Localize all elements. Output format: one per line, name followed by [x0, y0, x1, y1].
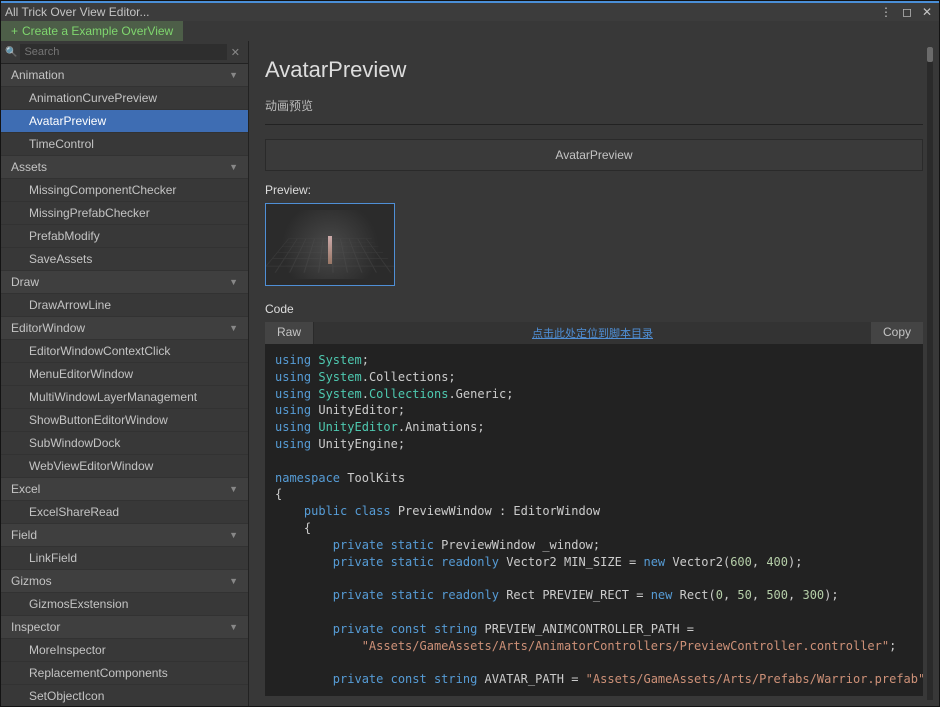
- search-input[interactable]: [20, 44, 226, 60]
- category-label: EditorWindow: [11, 321, 85, 335]
- category-gizmos[interactable]: Gizmos ▼: [1, 570, 248, 593]
- sidebar-item-replacementcomponents[interactable]: ReplacementComponents: [1, 662, 248, 685]
- sidebar-item-saveassets[interactable]: SaveAssets: [1, 248, 248, 271]
- create-label: Create a Example OverView: [22, 24, 173, 38]
- sidebar-item-moreinspector[interactable]: MoreInspector: [1, 639, 248, 662]
- sidebar-item-missingprefabchecker[interactable]: MissingPrefabChecker: [1, 202, 248, 225]
- category-label: Excel: [11, 482, 40, 496]
- sidebar-item-gizmosexstension[interactable]: GizmosExstension: [1, 593, 248, 616]
- clear-search-icon[interactable]: ✕: [227, 46, 244, 59]
- window-title: All Trick Over View Editor...: [5, 5, 150, 19]
- sidebar-item-menueditorwindow[interactable]: MenuEditorWindow: [1, 363, 248, 386]
- preview-frame[interactable]: [265, 203, 395, 286]
- scrollbar[interactable]: [927, 47, 933, 700]
- sidebar-item-editorwindowcontextclick[interactable]: EditorWindowContextClick: [1, 340, 248, 363]
- sidebar-item-excelshareread[interactable]: ExcelShareRead: [1, 501, 248, 524]
- sidebar-item-prefabmodify[interactable]: PrefabModify: [1, 225, 248, 248]
- raw-tab[interactable]: Raw: [265, 322, 314, 344]
- search-row: 🔍 ✕: [1, 41, 248, 64]
- chevron-down-icon: ▼: [229, 530, 238, 540]
- search-icon: 🔍: [5, 47, 17, 58]
- category-label: Field: [11, 528, 37, 542]
- plus-icon: +: [11, 24, 18, 38]
- panel-title: AvatarPreview: [555, 148, 632, 162]
- sidebar-item-timecontrol[interactable]: TimeControl: [1, 133, 248, 156]
- sidebar-item-subwindowdock[interactable]: SubWindowDock: [1, 432, 248, 455]
- category-label: Animation: [11, 68, 64, 82]
- sidebar-item-missingcomponentchecker[interactable]: MissingComponentChecker: [1, 179, 248, 202]
- copy-button[interactable]: Copy: [871, 322, 923, 344]
- code-block[interactable]: using System; using System.Collections; …: [265, 344, 923, 696]
- sidebar-item-linkfield[interactable]: LinkField: [1, 547, 248, 570]
- category-draw[interactable]: Draw ▼: [1, 271, 248, 294]
- panel-title-box: AvatarPreview: [265, 139, 923, 171]
- sidebar-item-setobjecticon[interactable]: SetObjectIcon: [1, 685, 248, 706]
- chevron-down-icon: ▼: [229, 484, 238, 494]
- sidebar-item-animationcurvepreview[interactable]: AnimationCurvePreview: [1, 87, 248, 110]
- category-label: Gizmos: [11, 574, 52, 588]
- chevron-down-icon: ▼: [229, 323, 238, 333]
- toolbar: + Create a Example OverView: [1, 21, 939, 41]
- category-assets[interactable]: Assets ▼: [1, 156, 248, 179]
- locate-script-link[interactable]: 点击此处定位到脚本目录: [314, 322, 871, 344]
- close-icon[interactable]: ✕: [919, 5, 935, 19]
- category-inspector[interactable]: Inspector ▼: [1, 616, 248, 639]
- code-label: Code: [265, 302, 923, 316]
- window-controls: ⋮ ◻ ✕: [877, 5, 935, 19]
- content-panel: AvatarPreview 动画预览 AvatarPreview Preview…: [249, 41, 939, 706]
- sidebar-item-drawarrowline[interactable]: DrawArrowLine: [1, 294, 248, 317]
- menu-icon[interactable]: ⋮: [877, 5, 895, 19]
- chevron-down-icon: ▼: [229, 70, 238, 80]
- category-tree: Animation ▼ AnimationCurvePreviewAvatarPre…: [1, 64, 248, 706]
- category-animation[interactable]: Animation ▼: [1, 64, 248, 87]
- chevron-down-icon: ▼: [229, 576, 238, 586]
- code-tabs: Raw 点击此处定位到脚本目录 Copy: [265, 322, 923, 344]
- category-field[interactable]: Field ▼: [1, 524, 248, 547]
- category-excel[interactable]: Excel ▼: [1, 478, 248, 501]
- category-label: Assets: [11, 160, 47, 174]
- category-label: Draw: [11, 275, 39, 289]
- category-label: Inspector: [11, 620, 60, 634]
- page-title: AvatarPreview: [265, 57, 923, 83]
- preview-label: Preview:: [265, 183, 923, 197]
- sidebar-item-multiwindowlayermanagement[interactable]: MultiWindowLayerManagement: [1, 386, 248, 409]
- sidebar-item-avatarpreview[interactable]: AvatarPreview: [1, 110, 248, 133]
- sidebar-item-webvieweditorwindow[interactable]: WebViewEditorWindow: [1, 455, 248, 478]
- titlebar: All Trick Over View Editor... ⋮ ◻ ✕: [1, 1, 939, 21]
- sidebar-item-showbuttoneditorwindow[interactable]: ShowButtonEditorWindow: [1, 409, 248, 432]
- page-subtitle: 动画预览: [265, 97, 923, 125]
- chevron-down-icon: ▼: [229, 162, 238, 172]
- sidebar: 🔍 ✕ Animation ▼ AnimationCurvePreviewAvata…: [1, 41, 249, 706]
- category-editorwindow[interactable]: EditorWindow ▼: [1, 317, 248, 340]
- chevron-down-icon: ▼: [229, 277, 238, 287]
- chevron-down-icon: ▼: [229, 622, 238, 632]
- maximize-icon[interactable]: ◻: [899, 5, 915, 19]
- create-overview-button[interactable]: + Create a Example OverView: [1, 21, 183, 41]
